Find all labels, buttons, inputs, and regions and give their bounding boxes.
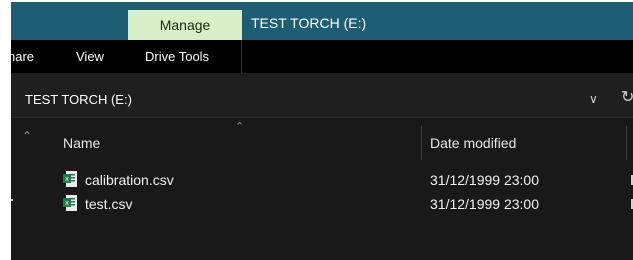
navigation-pane: ⌃ — [11, 118, 45, 260]
refresh-icon[interactable]: ↻ — [621, 87, 633, 107]
file-row[interactable]: x calibration.csv 31/12/1999 23:00 — [49, 169, 633, 191]
tab-manage[interactable]: Manage — [128, 10, 242, 40]
content-area: ⌃ ⌃ Name Date modified x calibration.csv… — [11, 118, 633, 260]
chevron-down-icon[interactable]: ∨ — [589, 92, 598, 106]
file-name[interactable]: calibration.csv — [85, 172, 174, 188]
address-path[interactable]: TEST TORCH (E:) — [25, 92, 132, 107]
address-bar[interactable]: TEST TORCH (E:) ∨ ↻ — [11, 73, 633, 118]
scroll-up-icon[interactable]: ⌃ — [22, 129, 32, 143]
column-divider[interactable] — [421, 126, 422, 160]
ribbon-tabs: hare View Drive Tools — [11, 40, 633, 73]
nav-item-marker — [11, 199, 13, 201]
file-date-modified: 31/12/1999 23:00 — [430, 196, 539, 212]
sort-ascending-icon: ⌃ — [235, 121, 245, 133]
title-bar: Manage TEST TORCH (E:) — [11, 2, 633, 40]
svg-text:x: x — [65, 176, 69, 183]
window-title: TEST TORCH (E:) — [251, 15, 367, 31]
tab-share[interactable]: hare — [11, 49, 34, 64]
file-date-modified: 31/12/1999 23:00 — [430, 172, 539, 188]
tab-view[interactable]: View — [76, 49, 104, 64]
svg-text:x: x — [65, 200, 69, 207]
column-divider[interactable] — [626, 126, 627, 160]
column-header-row: ⌃ Name Date modified — [49, 118, 633, 164]
file-explorer-window: Manage TEST TORCH (E:) hare View Drive T… — [11, 2, 633, 260]
excel-csv-icon: x — [63, 195, 77, 211]
file-name[interactable]: test.csv — [85, 196, 132, 212]
column-header-name[interactable]: Name — [63, 135, 100, 151]
tab-drive-tools[interactable]: Drive Tools — [145, 49, 209, 64]
column-header-date-modified[interactable]: Date modified — [430, 135, 516, 151]
file-row[interactable]: x test.csv 31/12/1999 23:00 — [49, 193, 633, 215]
excel-csv-icon: x — [63, 171, 77, 187]
